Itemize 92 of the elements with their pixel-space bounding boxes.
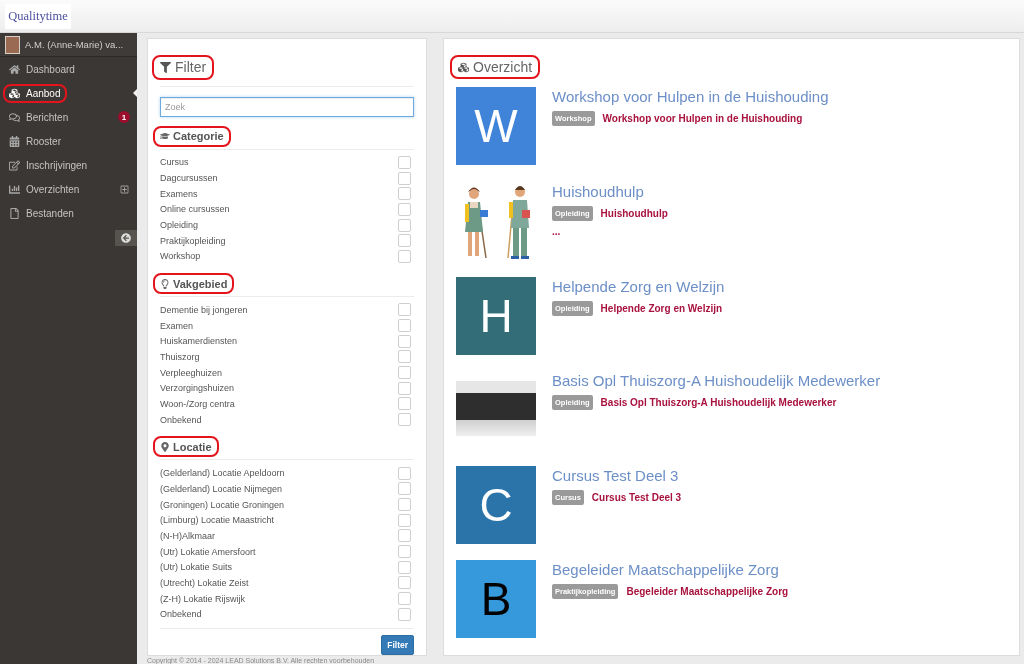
checkbox[interactable] (398, 592, 411, 606)
option-label: (Utrecht) Lokatie Zeist (160, 577, 249, 588)
file-icon (9, 207, 20, 219)
option-label: Verzorgingshuizen (160, 383, 235, 394)
option-label: (Utr) Lokatie Amersfoort (160, 546, 256, 557)
checkbox[interactable] (398, 155, 411, 169)
option-label: (Gelderland) Locatie Nijmegen (160, 483, 283, 494)
sidebar-nav-item[interactable]: Inschrijvingen (3, 155, 95, 175)
graduation-cap-icon (160, 131, 170, 142)
sidebar-nav-item[interactable]: Berichten (3, 107, 76, 127)
option-label: Dementie bij jongeren (160, 304, 248, 315)
checkbox[interactable] (398, 334, 411, 348)
checkbox[interactable] (398, 397, 411, 411)
checkbox[interactable] (398, 303, 411, 317)
filter-button[interactable]: Filter (381, 635, 414, 656)
option-label: Thuiszorg (160, 351, 200, 362)
search-field[interactable]: Zoek (160, 96, 414, 117)
section-title: Vakgebied (173, 277, 228, 290)
checkbox[interactable] (398, 171, 411, 185)
option-label: Onbekend (160, 609, 202, 620)
option-label: Verpleeghuizen (160, 367, 223, 378)
option-label: Examens (160, 188, 198, 199)
option-label: Huiskamerdiensten (160, 336, 238, 347)
logo[interactable]: Qualitytime (5, 3, 71, 29)
option-label: Praktijkopleiding (160, 235, 226, 246)
checkbox[interactable] (398, 513, 411, 527)
sidebar-nav-item[interactable]: Rooster (3, 131, 68, 151)
option-label: Cursus (160, 157, 189, 168)
lightbulb-icon (160, 278, 170, 289)
course-link[interactable]: Basis Opl Thuiszorg-A Huishoudelijk Medewerker (600, 397, 837, 409)
section-title: Locatie (173, 440, 212, 453)
option-label: (Groningen) Locatie Groningen (160, 499, 285, 510)
letter-tile: C (456, 465, 536, 544)
course-link[interactable]: Cursus Test Deel 3 (591, 491, 682, 503)
checkbox[interactable] (398, 498, 411, 511)
sidebar-nav-item[interactable]: Aanbod (3, 83, 68, 103)
course-link[interactable]: Workshop voor Hulpen in de Huishouding (602, 113, 803, 125)
checkbox[interactable] (398, 381, 411, 395)
checkbox[interactable] (398, 202, 411, 216)
checkbox[interactable] (398, 187, 411, 201)
checkbox[interactable] (398, 350, 411, 364)
option-label: Onbekend (160, 414, 202, 425)
bar-chart-icon (9, 183, 20, 195)
avatar-placeholder (5, 35, 20, 54)
checkbox[interactable] (398, 234, 411, 248)
calendar-icon (9, 135, 20, 147)
sidebar-nav-item[interactable]: Bestanden (3, 203, 81, 223)
checkbox[interactable] (398, 482, 411, 496)
option-label: (Gelderland) Locatie Apeldoorn (160, 468, 285, 479)
user-name: A.M. (Anne-Marie) va... (25, 39, 124, 50)
section-title: Categorie (173, 130, 224, 143)
letter-tile: W (456, 87, 536, 166)
checkbox[interactable] (398, 218, 411, 232)
letter-tile: B (456, 560, 536, 639)
option-label: Examen (160, 320, 194, 331)
option-label: Dagcursussen (160, 173, 218, 184)
option-label: Opleiding (160, 220, 199, 231)
checkbox[interactable] (398, 576, 411, 590)
checkbox[interactable] (398, 560, 411, 574)
checkbox[interactable] (398, 529, 411, 543)
option-label: Workshop (160, 251, 201, 262)
checkbox[interactable] (398, 249, 411, 263)
option-label: Woon-/Zorg centra (160, 398, 235, 409)
checkbox[interactable] (398, 319, 411, 333)
map-pin-icon (160, 441, 170, 452)
cubes-icon (458, 61, 469, 73)
panel-title: Overzicht (473, 59, 533, 76)
option-label: Online cursussen (160, 204, 230, 215)
sidebar-nav-item[interactable]: Dashboard (3, 59, 82, 79)
course-excerpt: ... (552, 226, 561, 238)
option-label: (Utr) Lokatie Suits (160, 562, 233, 573)
collapse-sidebar-button[interactable] (115, 230, 137, 246)
course-link[interactable]: Begeleider Maatschappelijke Zorg (626, 586, 789, 598)
option-label: (Limburg) Locatie Maastricht (160, 515, 275, 526)
cubes-icon (9, 87, 20, 99)
sidebar-nav-item[interactable]: Overzichten (3, 179, 87, 199)
filter-icon (160, 61, 171, 73)
count-badge: 1 (118, 111, 130, 123)
course-link[interactable]: Huishoudhulp (600, 208, 668, 220)
course-link[interactable]: Helpende Zorg en Welzijn (600, 302, 723, 314)
home-icon (9, 63, 20, 75)
checkbox[interactable] (398, 413, 411, 427)
checkbox[interactable] (398, 607, 411, 621)
edit-icon (9, 159, 20, 171)
chat-bubbles-icon (9, 111, 20, 123)
checkbox[interactable] (398, 466, 411, 480)
checkbox[interactable] (398, 366, 411, 380)
option-label: (Z-H) Lokatie Rijswijk (160, 593, 245, 604)
option-label: (N-H)Alkmaar (160, 530, 215, 541)
panel-title: Filter (175, 59, 207, 76)
letter-tile: H (456, 276, 536, 355)
checkbox[interactable] (398, 545, 411, 559)
